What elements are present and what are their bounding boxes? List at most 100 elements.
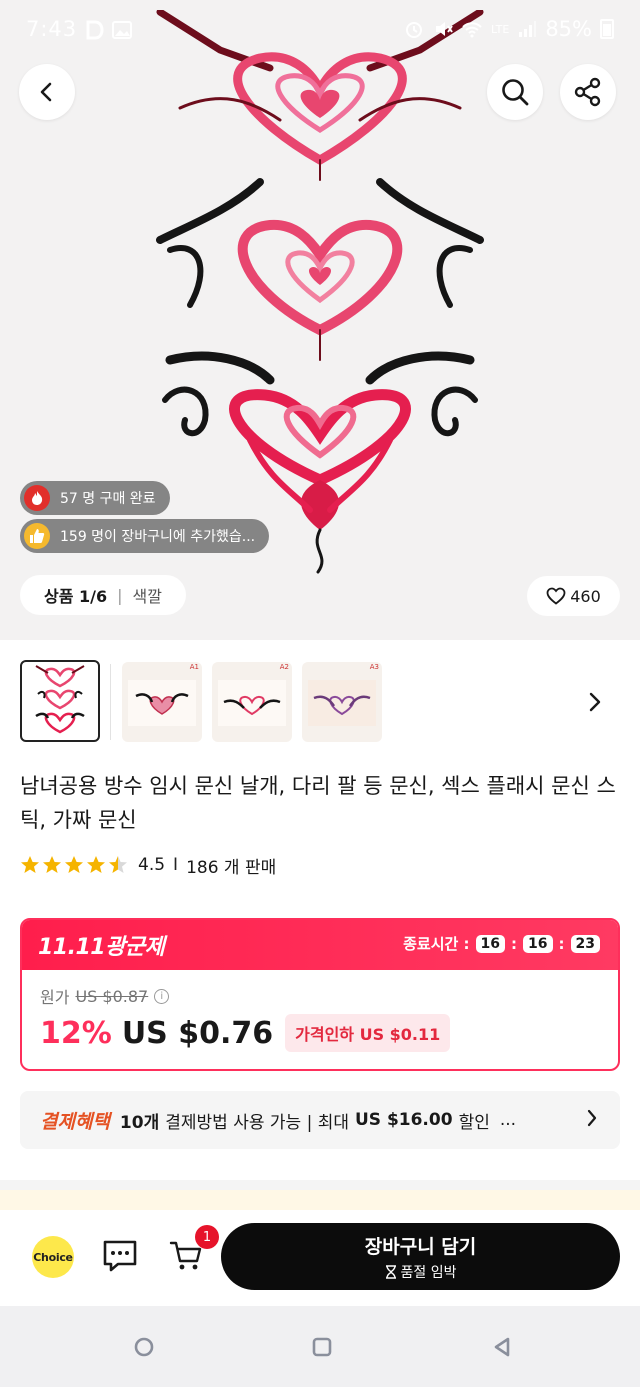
- recent-apps-button[interactable]: [131, 1334, 157, 1360]
- rating-value: 4.5: [138, 855, 166, 875]
- share-button[interactable]: [560, 64, 616, 120]
- image-counter: 상품 1/6 | 색깔: [20, 575, 186, 615]
- battery-icon: [600, 19, 614, 39]
- share-icon: [574, 77, 601, 107]
- discount-percent: 12%: [40, 1015, 112, 1051]
- timer-colon: :: [558, 934, 565, 953]
- thumbnail-image: [308, 680, 376, 726]
- network-label: LTE: [491, 22, 510, 36]
- rating-separator: I: [173, 855, 179, 875]
- thumbnail-4[interactable]: A3: [302, 662, 382, 742]
- thumbnail-divider: [110, 664, 111, 740]
- countdown-timer: 종료시간 : 16 : 16 : 23: [403, 933, 600, 954]
- image-counter-label: 상품 1/6: [44, 587, 108, 606]
- price-row: 12% US $0.76 가격인하 US $0.11: [40, 1014, 451, 1052]
- triangle-back-icon: [494, 1337, 510, 1357]
- thumbs-up-icon: [24, 523, 50, 549]
- timer-label: 종료시간 :: [403, 935, 470, 953]
- search-button[interactable]: [487, 64, 543, 120]
- home-button[interactable]: [309, 1334, 335, 1360]
- thumbnail-tag: A2: [279, 663, 289, 671]
- cart-added-text: 159 명이 장바구니에 추가했습...: [60, 529, 256, 545]
- chevron-right-icon: [587, 1109, 597, 1127]
- choice-button[interactable]: Choice: [32, 1236, 74, 1278]
- cart-added-pill: 159 명이 장바구니에 추가했습...: [20, 519, 270, 553]
- system-navigation-bar: [0, 1306, 640, 1387]
- original-price-label: 원가: [40, 988, 70, 1007]
- info-icon[interactable]: i: [154, 988, 170, 1004]
- battery-percent: 85%: [545, 17, 592, 41]
- cart-count-badge: 1: [195, 1225, 219, 1249]
- stars-icon: [21, 856, 127, 873]
- circle-icon: [134, 1337, 154, 1357]
- image-icon: [112, 21, 132, 39]
- thumbnail-tag: A1: [189, 663, 199, 671]
- back-button[interactable]: [19, 64, 75, 120]
- add-to-cart-subtext: 품절 임박: [385, 1262, 457, 1282]
- thumbnail-3[interactable]: A2: [212, 662, 292, 742]
- hourglass-icon: [385, 1264, 396, 1279]
- thumbnail-strip: A1 A2 A3: [0, 660, 640, 744]
- image-counter-sub: 색깔: [132, 587, 162, 606]
- benefit-label: 결제혜택: [40, 1110, 110, 1133]
- benefit-suffix: 할인: [458, 1112, 490, 1133]
- product-image-gallery[interactable]: 7:43 LTE 85% 57 명 구매 완료 159 명이 장바구니에 추가했…: [0, 0, 640, 640]
- benefit-text: 결제방법 사용 가능 | 최대: [165, 1112, 349, 1133]
- timer-colon: :: [511, 934, 518, 953]
- product-title: 남녀공용 방수 임시 문신 날개, 다리 팔 등 문신, 섹스 플래시 문신 스…: [20, 774, 616, 832]
- wifi-icon: [462, 22, 482, 38]
- thumbnail-image: [218, 680, 286, 726]
- promo-body: 원가 US $0.87 i 12% US $0.76 가격인하 US $0.11: [22, 970, 618, 1069]
- section-divider: [0, 1180, 640, 1190]
- promo-price-box: 11.11광군제 종료시간 : 16 : 16 : 23 원가 US $0.87…: [20, 918, 620, 1071]
- low-stock-text: 품절 임박: [400, 1264, 457, 1281]
- alarm-icon: [406, 22, 423, 38]
- counter-separator: |: [117, 585, 123, 605]
- timer-minutes: 16: [523, 934, 553, 953]
- purchase-count-pill: 57 명 구매 완료: [20, 481, 170, 515]
- original-price: US $0.87: [75, 986, 149, 1006]
- product-image: [156, 10, 484, 574]
- sold-count: 186 개 판매: [186, 857, 277, 878]
- fire-icon: [24, 485, 50, 511]
- price-cut-badge: 가격인하 US $0.11: [285, 1014, 451, 1052]
- thumbnail-1[interactable]: [20, 660, 100, 742]
- purchase-count-text: 57 명 구매 완료: [60, 491, 156, 507]
- thumbnail-2[interactable]: A1: [122, 662, 202, 742]
- status-time: 7:43: [26, 17, 78, 41]
- thumbnail-next-button[interactable]: [580, 684, 610, 720]
- thumbnail-image: [35, 665, 85, 734]
- thumbnail-tag: A3: [369, 663, 379, 671]
- chevron-right-icon: [589, 692, 601, 712]
- promo-header: 11.11광군제 종료시간 : 16 : 16 : 23: [22, 920, 618, 970]
- promo-event-name: 11.11광군제: [38, 935, 165, 960]
- status-left-icons: [86, 20, 132, 40]
- wishlist-count: 460: [570, 586, 601, 606]
- bottom-action-bar: Choice 1 장바구니 담기 품절 임박: [0, 1210, 640, 1306]
- heart-icon: [546, 587, 566, 605]
- chat-button[interactable]: [100, 1236, 140, 1276]
- timer-hours: 16: [475, 934, 506, 953]
- benefit-amount: US $16.00: [354, 1110, 453, 1130]
- status-bar: 7:43 LTE 85%: [0, 0, 640, 60]
- tattoo-design-middle: [156, 178, 484, 361]
- current-price: US $0.76: [121, 1015, 274, 1051]
- chevron-left-icon: [40, 82, 52, 102]
- d-app-icon: [86, 20, 104, 40]
- benefit-ellipsis: ...: [499, 1110, 517, 1130]
- system-back-button[interactable]: [489, 1334, 515, 1360]
- add-to-cart-button[interactable]: 장바구니 담기 품절 임박: [221, 1223, 620, 1290]
- lte-signal-icon: [519, 21, 537, 37]
- chat-icon: [103, 1240, 137, 1272]
- section-band: [0, 1190, 640, 1210]
- thumbnail-image: [128, 680, 196, 726]
- status-right-icons: LTE 85%: [403, 17, 614, 41]
- wishlist-button[interactable]: 460: [527, 576, 620, 616]
- search-icon: [502, 79, 529, 106]
- payment-benefit-banner[interactable]: 결제혜택 10개 결제방법 사용 가능 | 최대 US $16.00 할인 ..…: [20, 1091, 620, 1149]
- original-price-row: 원가 US $0.87 i: [40, 984, 170, 1008]
- square-icon: [312, 1337, 332, 1357]
- timer-seconds: 23: [570, 934, 600, 953]
- rating-row[interactable]: 4.5 I 186 개 판매: [20, 852, 276, 878]
- star-rating: [20, 855, 128, 875]
